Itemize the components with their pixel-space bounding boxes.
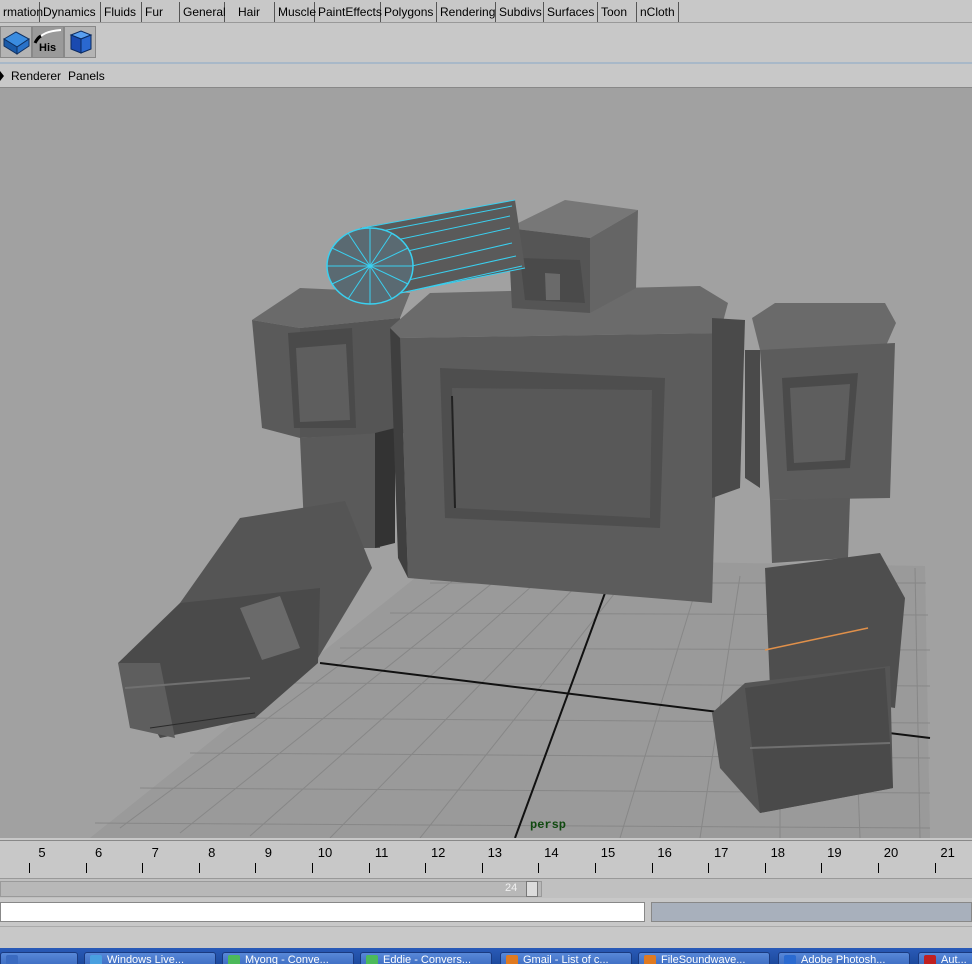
shelf-tab-rmation[interactable]: rmation [0, 2, 43, 22]
frame-tick [481, 863, 483, 873]
frame-label: 15 [600, 845, 616, 860]
shelf-tab-ncloth[interactable]: nCloth [637, 2, 679, 22]
taskbar-label: Windows Live... [107, 954, 185, 964]
frame-tick [764, 863, 766, 873]
panels-menu[interactable]: Panels [68, 69, 105, 83]
frame-label: 12 [430, 845, 446, 860]
frame-label: 19 [827, 845, 842, 860]
frame-tick [142, 863, 144, 873]
app-icon [90, 955, 102, 964]
taskbar-button[interactable]: Adobe Photosh... [778, 952, 910, 964]
frame-label: 9 [264, 845, 272, 860]
shelf-tab-surfaces[interactable]: Surfaces [544, 2, 598, 22]
selected-cylinder [326, 199, 526, 305]
frame-tick [368, 863, 370, 873]
shelf-tab-polygons[interactable]: Polygons [381, 2, 437, 22]
shelf-tab-hair[interactable]: Hair [235, 2, 275, 22]
taskbar-button[interactable]: Gmail - List of c... [500, 952, 632, 964]
app-icon [784, 955, 796, 964]
shelf-tab-rendering[interactable]: Rendering [437, 2, 496, 22]
frame-tick [538, 863, 540, 873]
separator [0, 62, 972, 64]
frame-label: 18 [770, 845, 786, 860]
windows-taskbar: Windows Live... Myong - Conve... Eddie - C… [0, 948, 972, 964]
frame-tick [878, 863, 879, 873]
shelf-tab-dynamics[interactable]: Dynamics [40, 2, 101, 22]
taskbar-button[interactable] [0, 952, 78, 964]
frame-label: 5 [38, 845, 46, 860]
shelf-tabs: rmation Dynamics Fluids Fur General Hair Muscl… [0, 0, 972, 22]
taskbar-button[interactable]: Aut... [918, 952, 972, 964]
frame-label: 10 [317, 845, 333, 860]
taskbar-button[interactable]: Myong - Conve... [222, 952, 354, 964]
frame-tick [29, 863, 30, 873]
shelf-tab-general[interactable]: General [180, 2, 226, 22]
frame-label: 17 [713, 845, 729, 860]
shelf-tab-subdivs[interactable]: Subdivs [496, 2, 544, 22]
app-icon [506, 955, 518, 964]
help-line [0, 926, 972, 949]
frame-tick [821, 863, 823, 873]
taskbar-button[interactable]: FileSoundwave... [638, 952, 770, 964]
taskbar-label: FileSoundwave... [661, 954, 746, 964]
frame-tick [934, 863, 936, 873]
frame-label: 21 [940, 845, 955, 860]
app-icon [644, 955, 656, 964]
taskbar-button[interactable]: Windows Live... [84, 952, 216, 964]
polygon-cube-icon[interactable] [64, 26, 96, 58]
taskbar-label: Aut... [941, 954, 967, 964]
command-line [0, 898, 972, 926]
robot-head [508, 200, 638, 313]
frame-label: 13 [487, 845, 503, 860]
time-slider[interactable]: 5 6 7 8 9 10 11 12 13 14 15 16 17 18 19 20 21 [0, 840, 972, 879]
taskbar-label: Adobe Photosh... [801, 954, 886, 964]
frame-tick [85, 863, 87, 873]
app-icon [6, 955, 18, 964]
frame-tick [255, 863, 257, 873]
command-result [651, 902, 972, 922]
frame-label: 11 [374, 845, 389, 860]
robot-body [390, 286, 745, 603]
taskbar-label: Eddie - Convers... [383, 954, 472, 964]
frame-label: 20 [883, 845, 899, 860]
frame-label: 7 [151, 845, 159, 860]
app-icon [228, 955, 240, 964]
range-value: 24 [505, 882, 518, 894]
shelf-tab-fluids[interactable]: Fluids [101, 2, 142, 22]
frame-label: 14 [544, 845, 559, 860]
polygon-plane-icon[interactable] [0, 26, 32, 58]
taskbar-label: Myong - Conve... [245, 954, 329, 964]
menu-arrow-icon [0, 71, 4, 81]
frame-tick [312, 863, 313, 873]
shelf-bar: His [0, 22, 972, 63]
range-handle[interactable] [526, 881, 538, 897]
frame-tick [425, 863, 427, 873]
app-icon [924, 955, 936, 964]
frame-tick [595, 863, 596, 873]
app-icon [366, 955, 378, 964]
frame-label: 8 [208, 845, 216, 860]
range-track[interactable] [0, 881, 542, 897]
shelf-tab-painteffects[interactable]: PaintEffects [315, 2, 382, 22]
camera-label: persp [530, 818, 567, 832]
frame-tick [198, 863, 200, 873]
perspective-viewport[interactable]: persp [0, 88, 972, 838]
history-icon[interactable]: His [32, 26, 64, 58]
taskbar-label: Gmail - List of c... [523, 954, 609, 964]
shelf-tab-fur[interactable]: Fur [142, 2, 180, 22]
frame-label: 16 [657, 845, 672, 860]
renderer-menu[interactable]: Renderer [11, 69, 61, 83]
command-input[interactable] [0, 902, 645, 922]
scene-render [90, 199, 931, 838]
shelf-tab-muscle[interactable]: Muscle [275, 2, 316, 22]
shelf-tab-toon[interactable]: Toon [598, 2, 637, 22]
frame-tick [651, 863, 653, 873]
frame-tick [708, 863, 710, 873]
panel-menu-bar: Renderer Panels [0, 66, 972, 88]
history-label: His [39, 42, 57, 54]
range-slider[interactable]: 24 [0, 878, 972, 899]
frame-label: 6 [94, 845, 103, 860]
taskbar-button[interactable]: Eddie - Convers... [360, 952, 492, 964]
